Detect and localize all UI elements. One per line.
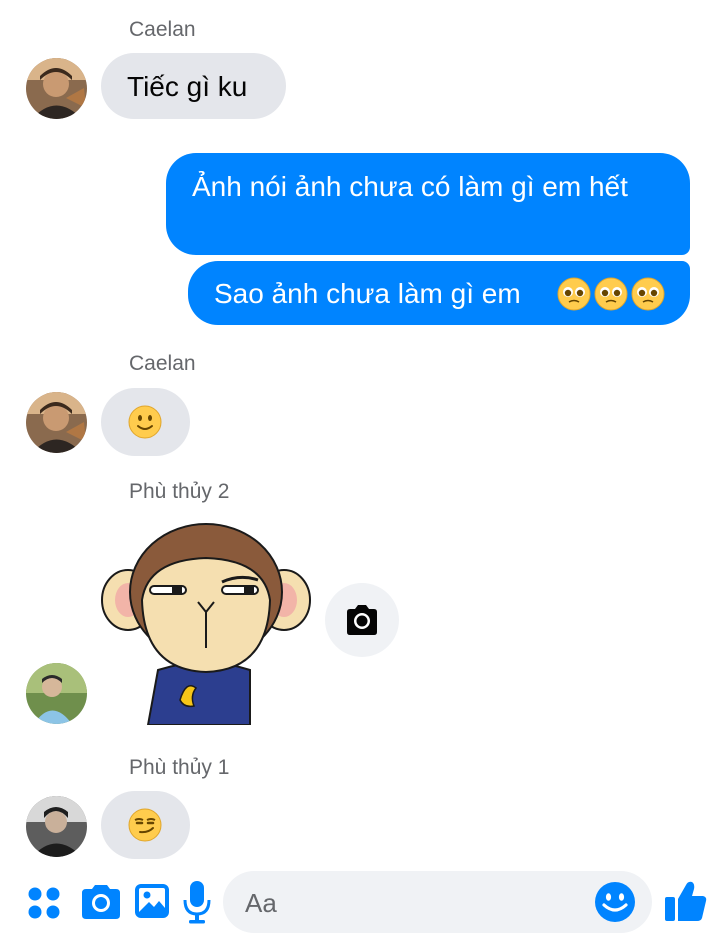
sender-name: Caelan (129, 352, 196, 375)
message-text: Tiếc gì ku (127, 71, 248, 102)
message-bubble-outgoing[interactable]: Ảnh nói ảnh chưa có làm gì em hết (166, 153, 690, 255)
smirking-face-icon (128, 808, 162, 842)
sender-name: Phù thủy 2 (129, 480, 230, 503)
avatar[interactable] (26, 58, 87, 119)
capture-sticker-button[interactable] (325, 583, 399, 657)
message-text: Ảnh nói ảnh chưa có làm gì em hết (192, 171, 628, 202)
avatar[interactable] (26, 796, 87, 857)
message-input[interactable] (243, 871, 587, 935)
sender-name: Caelan (129, 18, 196, 41)
slightly-smiling-face-icon (128, 405, 162, 439)
sender-name: Phù thủy 1 (129, 756, 230, 779)
avatar[interactable] (26, 392, 87, 453)
emoji-message[interactable] (101, 791, 190, 859)
mic-icon[interactable] (183, 880, 211, 924)
menu-icon[interactable] (27, 886, 61, 920)
camera-icon (347, 605, 377, 635)
pleading-face-icon (557, 277, 665, 311)
like-icon[interactable] (664, 879, 708, 923)
camera-icon[interactable] (80, 884, 122, 920)
message-text: Sao ảnh chưa làm gì em (214, 278, 521, 309)
gallery-icon[interactable] (133, 882, 171, 920)
monkey-sticker[interactable] (100, 520, 312, 726)
avatar[interactable] (26, 663, 87, 724)
emoji-message[interactable] (101, 388, 190, 456)
message-bubble[interactable]: Tiếc gì ku (101, 53, 286, 119)
message-bubble-outgoing[interactable]: Sao ảnh chưa làm gì em (188, 261, 690, 325)
emoji-icon[interactable] (594, 881, 636, 923)
message-composer[interactable] (223, 871, 652, 935)
